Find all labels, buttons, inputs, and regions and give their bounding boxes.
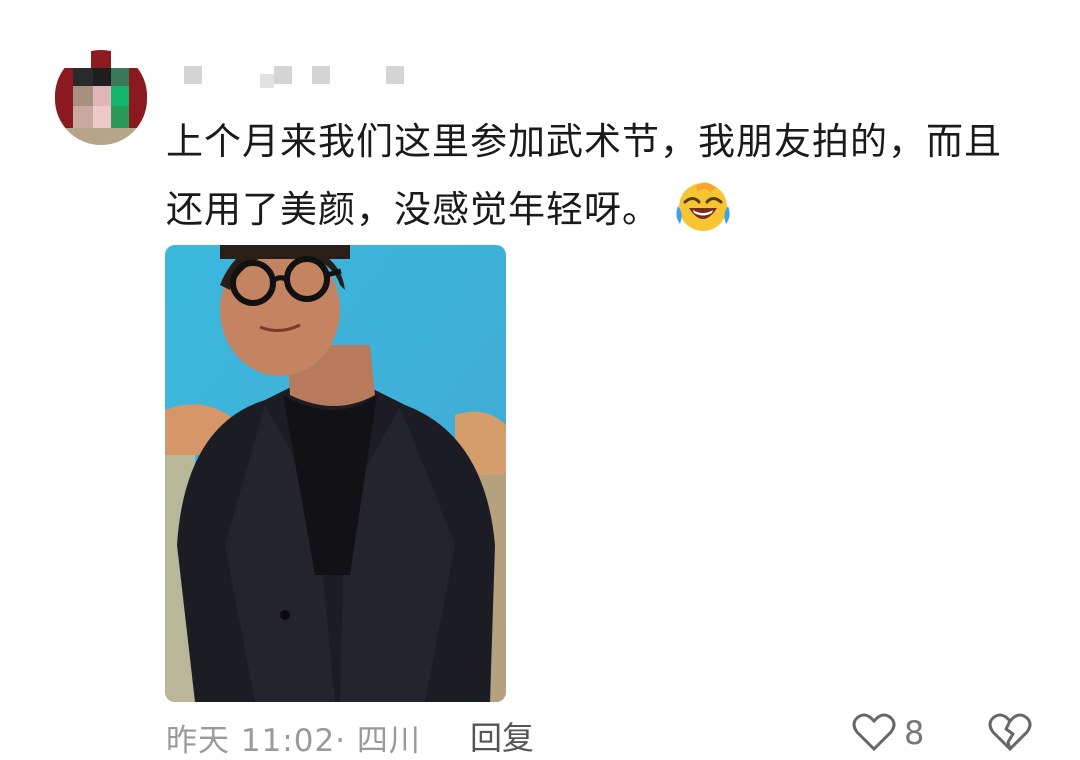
like-count: 8	[904, 714, 925, 752]
dislike-button[interactable]	[988, 712, 1034, 752]
photo-man-in-jacket-image	[165, 245, 506, 702]
like-button[interactable]: 8	[852, 712, 942, 752]
crying-laughing-emoji-icon	[676, 182, 730, 231]
avatar[interactable]	[55, 50, 147, 145]
reply-button[interactable]: 回复	[470, 713, 534, 759]
username-redacted[interactable]	[180, 66, 410, 90]
comment-text: 上个月来我们这里参加武术节，我朋友拍的，而且还用了美颜，没感觉年轻呀。	[166, 108, 1026, 244]
timestamp-location: 昨天 11:02· 四川	[166, 723, 421, 759]
comment-body: 上个月来我们这里参加武术节，我朋友拍的，而且还用了美颜，没感觉年轻呀。	[166, 120, 1002, 231]
comment-photo[interactable]	[165, 245, 506, 702]
broken-heart-icon	[988, 713, 1032, 752]
heart-outline-icon	[852, 713, 896, 752]
